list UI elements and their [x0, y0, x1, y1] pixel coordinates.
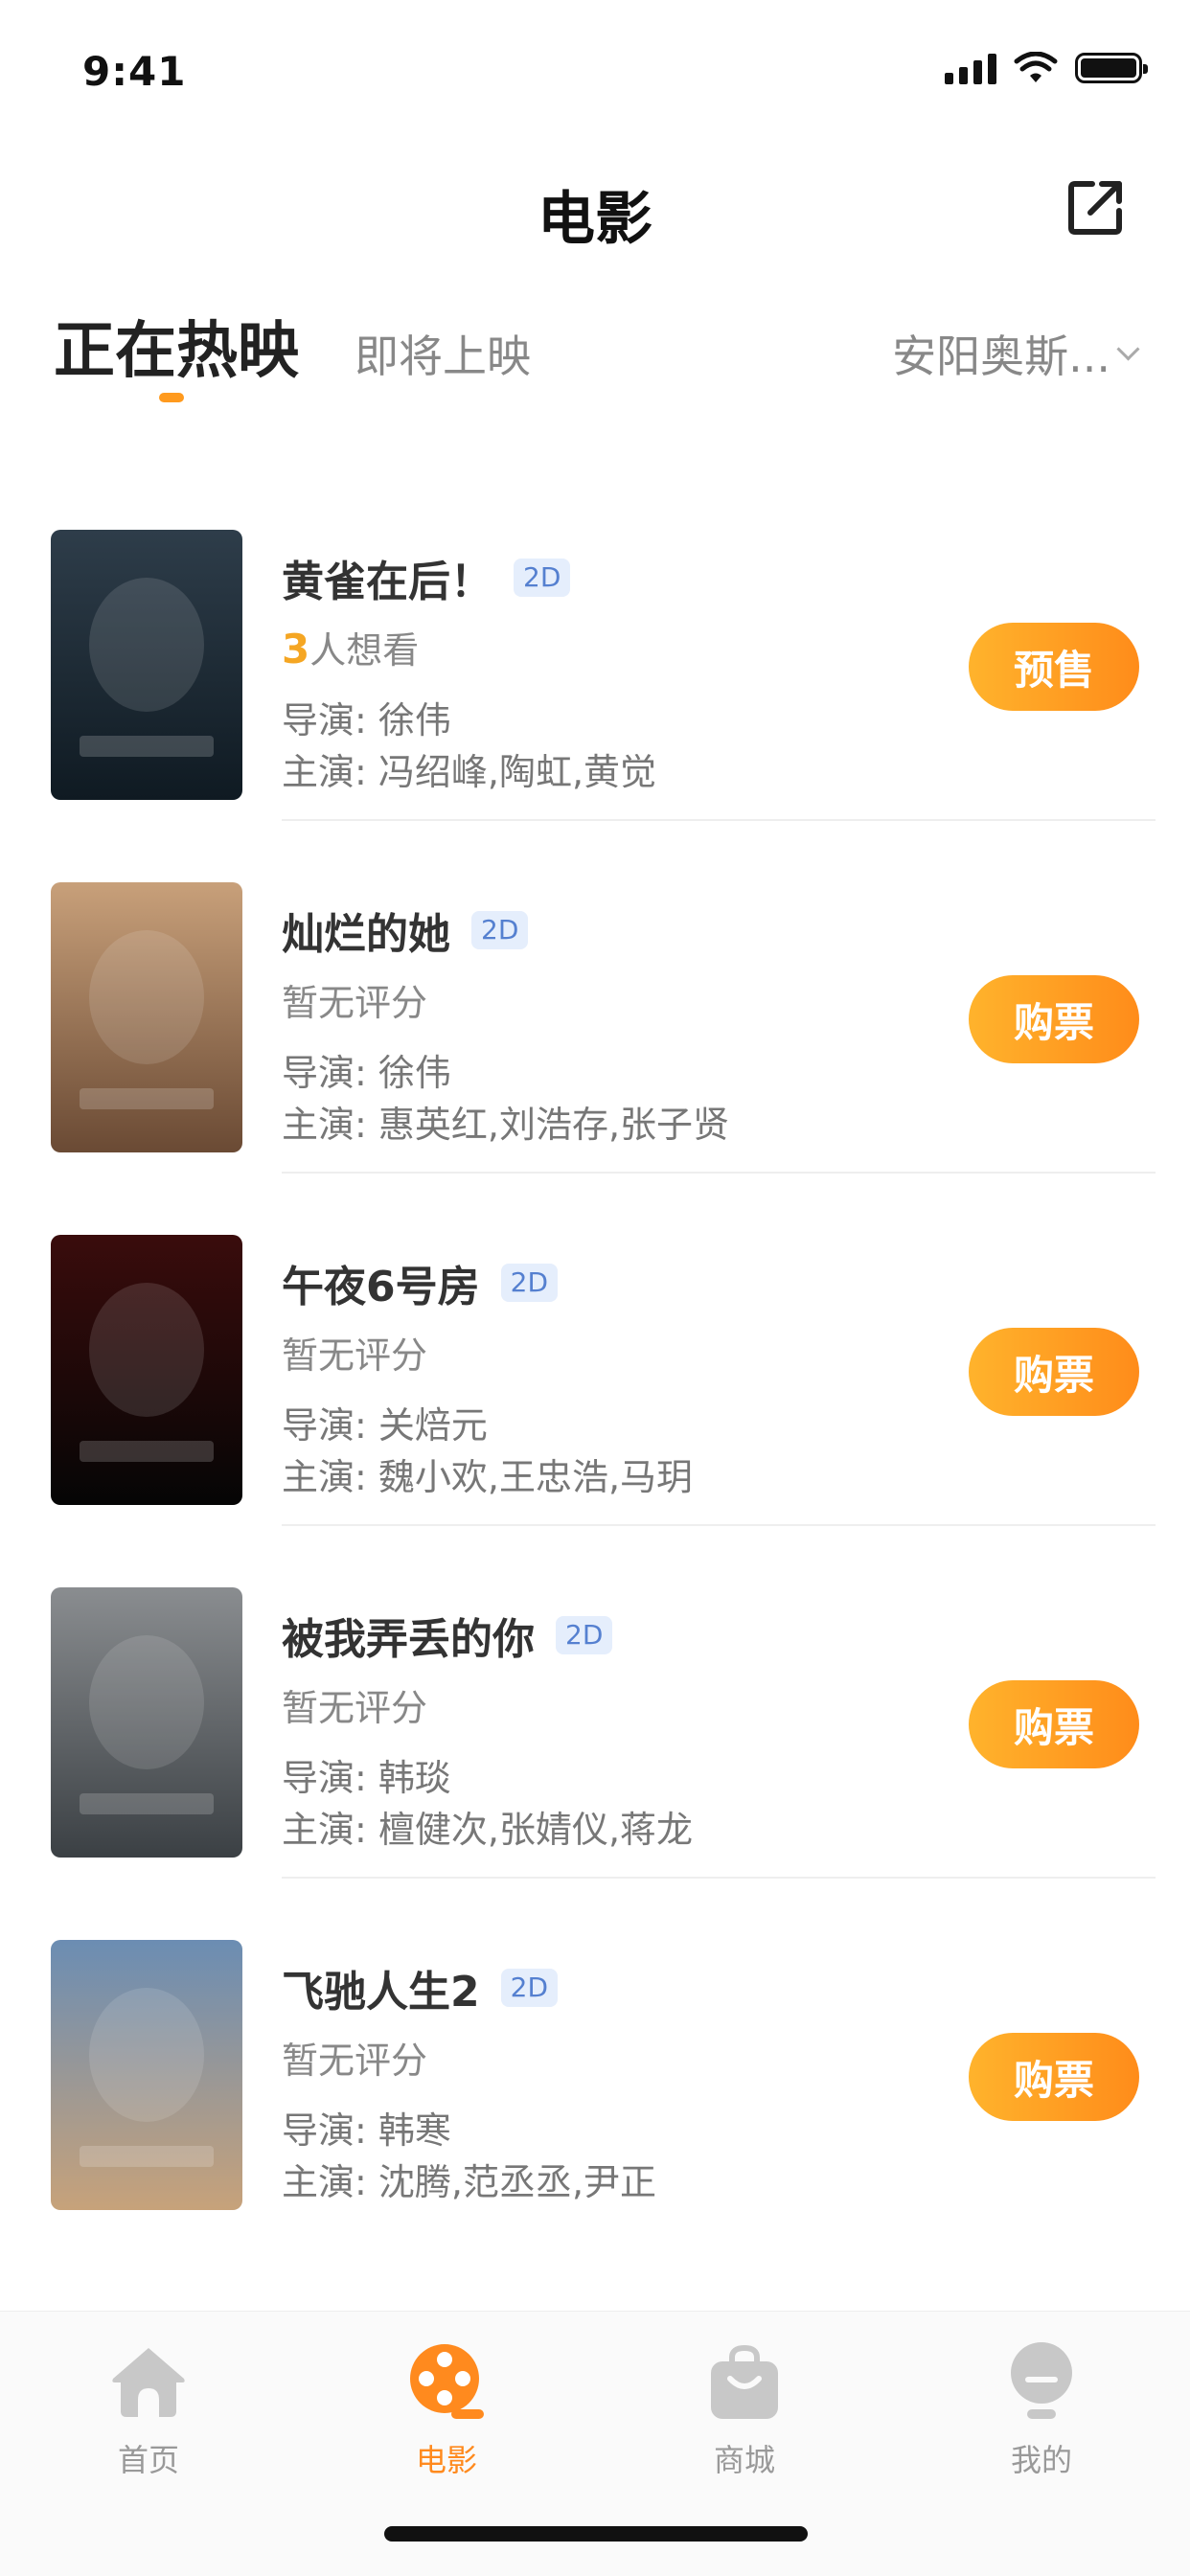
movie-item[interactable]: 灿烂的她 2D 暂无评分 导演: 徐伟 主演: 惠英红,刘浩存,张子贤 购票	[0, 882, 1190, 1235]
page-title: 电影	[538, 186, 652, 253]
film-reel-icon	[410, 2344, 484, 2419]
movie-title-row: 黄雀在后！ 2D	[282, 547, 571, 608]
movie-title: 灿烂的她	[282, 910, 450, 959]
movie-poster[interactable]	[51, 882, 242, 1152]
movie-rating: 暂无评分	[282, 2040, 428, 2082]
movie-item[interactable]: 被我弄丢的你 2D 暂无评分 导演: 韩琰 主演: 檀健次,张婧仪,蒋龙 购票	[0, 1587, 1190, 1940]
movie-item[interactable]: 飞驰人生2 2D 暂无评分 导演: 韩寒 主演: 沈腾,范丞丞,尹正 购票	[0, 1940, 1190, 2292]
divider	[282, 1172, 1156, 1174]
format-badge: 2D	[471, 911, 529, 949]
cast-label: 主演:	[282, 1809, 378, 1851]
status-time: 9:41	[82, 48, 187, 95]
home-icon	[112, 2348, 185, 2417]
movie-title-row: 午夜6号房 2D	[282, 1252, 558, 1313]
want-suffix: 人想看	[309, 629, 420, 672]
divider	[282, 1524, 1156, 1526]
movie-list: 黄雀在后！ 2D 3人想看 导演: 徐伟 主演: 冯绍峰,陶虹,黄觉 预售 灿烂…	[0, 530, 1190, 2292]
movie-director: 导演: 韩琰	[282, 1748, 451, 1801]
home-indicator	[384, 2526, 808, 2542]
city-selector[interactable]: 安阳奥斯...	[892, 322, 1140, 385]
tab-active-indicator	[159, 393, 184, 402]
director-name: 关焙元	[378, 1404, 488, 1447]
movie-cast: 主演: 檀健次,张婧仪,蒋龙	[282, 1800, 693, 1853]
format-badge: 2D	[500, 1264, 558, 1302]
tab-label: 电影	[415, 2442, 477, 2478]
movie-cast: 主演: 惠英红,刘浩存,张子贤	[282, 1095, 729, 1148]
divider	[282, 819, 1156, 821]
movie-cast: 主演: 沈腾,范丞丞,尹正	[282, 2153, 656, 2205]
movie-director: 导演: 关焙元	[282, 1396, 488, 1448]
profile-icon	[1011, 2342, 1072, 2419]
buy-ticket-button[interactable]: 购票	[969, 975, 1139, 1063]
tab-coming-soon[interactable]: 即将上映	[355, 322, 531, 385]
movie-want-count: 3人想看	[282, 621, 419, 673]
cast-names: 惠英红,刘浩存,张子贤	[378, 1104, 730, 1146]
buy-ticket-button[interactable]: 购票	[969, 2033, 1139, 2121]
movie-item[interactable]: 黄雀在后！ 2D 3人想看 导演: 徐伟 主演: 冯绍峰,陶虹,黄觉 预售	[0, 530, 1190, 882]
director-name: 徐伟	[378, 1052, 451, 1094]
movie-director: 导演: 徐伟	[282, 691, 451, 743]
movie-title: 被我弄丢的你	[282, 1615, 535, 1664]
tab-home[interactable]: 首页	[53, 2340, 244, 2480]
movie-title: 午夜6号房	[282, 1263, 480, 1311]
movie-item[interactable]: 午夜6号房 2D 暂无评分 导演: 关焙元 主演: 魏小欢,王忠浩,马玥 购票	[0, 1235, 1190, 1587]
format-badge: 2D	[556, 1616, 613, 1654]
tab-label: 商城	[713, 2442, 775, 2478]
cellular-signal-icon	[945, 52, 996, 84]
movie-title-row: 飞驰人生2 2D	[282, 1957, 558, 2018]
wifi-icon	[1014, 52, 1058, 82]
cast-names: 檀健次,张婧仪,蒋龙	[378, 1809, 694, 1851]
movie-cast: 主演: 冯绍峰,陶虹,黄觉	[282, 742, 656, 795]
director-name: 韩琰	[378, 1757, 451, 1799]
shopping-bag-icon	[711, 2344, 778, 2419]
movie-director: 导演: 徐伟	[282, 1043, 451, 1096]
tab-label: 我的	[1010, 2442, 1072, 2478]
tab-movies[interactable]: 电影	[351, 2340, 542, 2480]
director-label: 导演:	[282, 1052, 378, 1094]
director-name: 徐伟	[378, 699, 451, 741]
presale-button[interactable]: 预售	[969, 623, 1139, 711]
status-bar: 9:41	[0, 0, 1190, 144]
movie-poster[interactable]	[51, 1587, 242, 1858]
movie-poster[interactable]	[51, 530, 242, 800]
divider	[282, 1877, 1156, 1879]
want-number: 3	[282, 626, 310, 672]
cast-label: 主演:	[282, 1104, 378, 1146]
tab-label: 首页	[117, 2442, 179, 2478]
movie-poster[interactable]	[51, 1940, 242, 2210]
movie-cast: 主演: 魏小欢,王忠浩,马玥	[282, 1448, 693, 1500]
format-badge: 2D	[514, 559, 571, 597]
buy-ticket-button[interactable]: 购票	[969, 1680, 1139, 1768]
movie-title: 黄雀在后！	[282, 558, 492, 606]
movie-director: 导演: 韩寒	[282, 2101, 451, 2154]
movie-rating: 暂无评分	[282, 1687, 428, 1729]
tab-now-showing[interactable]: 正在热映	[54, 302, 299, 390]
movie-rating: 暂无评分	[282, 982, 428, 1024]
cast-names: 冯绍峰,陶虹,黄觉	[378, 751, 657, 793]
director-name: 韩寒	[378, 2109, 451, 2152]
buy-ticket-button[interactable]: 购票	[969, 1328, 1139, 1416]
tab-mall[interactable]: 商城	[649, 2340, 840, 2480]
director-label: 导演:	[282, 1404, 378, 1447]
director-label: 导演:	[282, 2109, 378, 2152]
chevron-down-icon	[1116, 336, 1140, 361]
movie-title-row: 灿烂的她 2D	[282, 900, 529, 961]
format-badge: 2D	[500, 1969, 558, 2007]
city-label: 安阳奥斯...	[892, 331, 1110, 382]
movie-title: 飞驰人生2	[282, 1968, 480, 2017]
battery-icon	[1075, 53, 1148, 83]
tab-profile[interactable]: 我的	[946, 2340, 1137, 2480]
director-label: 导演:	[282, 1757, 378, 1799]
cast-names: 魏小欢,王忠浩,马玥	[378, 1456, 694, 1498]
status-icons	[945, 52, 1148, 84]
cast-label: 主演:	[282, 751, 378, 793]
director-label: 导演:	[282, 699, 378, 741]
share-icon[interactable]	[1065, 176, 1127, 238]
movie-rating: 暂无评分	[282, 1334, 428, 1377]
cast-label: 主演:	[282, 1456, 378, 1498]
movie-poster[interactable]	[51, 1235, 242, 1505]
movie-title-row: 被我弄丢的你 2D	[282, 1605, 613, 1666]
cast-names: 沈腾,范丞丞,尹正	[378, 2161, 657, 2203]
cast-label: 主演:	[282, 2161, 378, 2203]
